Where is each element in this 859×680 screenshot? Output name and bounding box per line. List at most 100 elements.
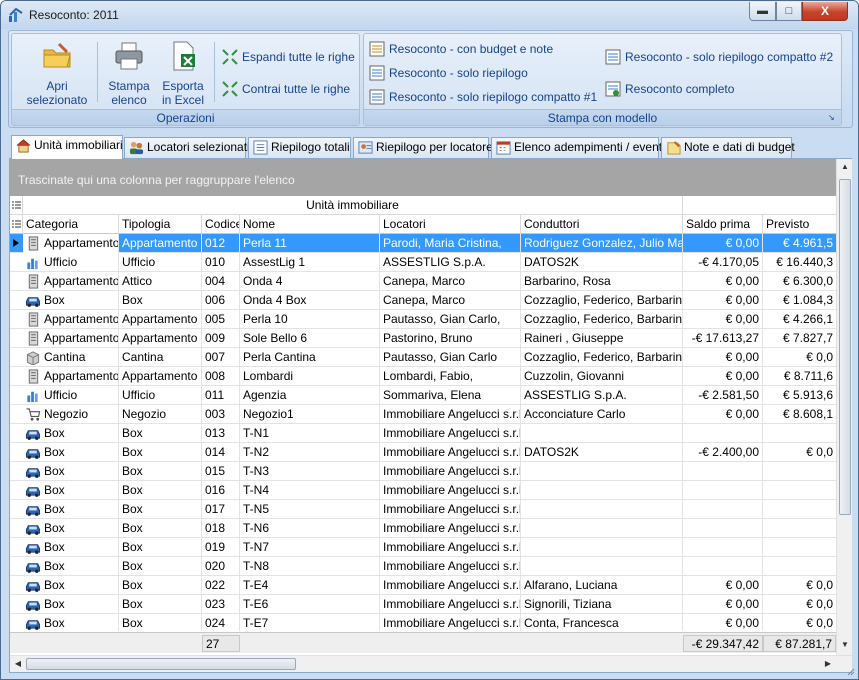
cell-locatori[interactable]: Immobiliare Angelucci s.r.l. <box>380 595 521 614</box>
cell-codice[interactable]: 007 <box>202 348 240 367</box>
cell-tipologia[interactable]: Appartamento <box>119 310 202 329</box>
cell-categoria[interactable]: Box <box>23 462 119 481</box>
cell-conduttori[interactable]: Cozzaglio, Federico, Barbarino, <box>521 348 683 367</box>
cell-saldo-prima[interactable]: -€ 4.170,05 <box>683 253 763 272</box>
horizontal-scroll-thumb[interactable] <box>26 658 296 670</box>
band-unita-immobiliare[interactable]: Unità immobiliare <box>23 196 683 215</box>
row-indicator[interactable] <box>10 272 23 291</box>
contrai-righe-button[interactable]: Contrai tutte le righe <box>222 80 350 98</box>
col-header-tipologia[interactable]: Tipologia <box>119 215 202 234</box>
scroll-left-icon[interactable]: ◀ <box>10 656 26 672</box>
col-header-codice[interactable]: Codice <box>202 215 240 234</box>
cell-codice[interactable]: 005 <box>202 310 240 329</box>
cell-nome[interactable]: Sole Bello 6 <box>240 329 380 348</box>
cell-nome[interactable]: Onda 4 <box>240 272 380 291</box>
resize-grip-icon[interactable] <box>847 668 855 676</box>
cell-codice[interactable]: 019 <box>202 538 240 557</box>
scroll-up-icon[interactable]: ▲ <box>837 159 853 175</box>
resoconto-solo-riepilogo-button[interactable]: Resoconto - solo riepilogo <box>369 64 528 82</box>
cell-conduttori[interactable]: Rodriguez Gonzalez, Julio Mario, <box>521 234 683 253</box>
table-row[interactable]: Appartamento Appartamento 005 Perla 10 Pauta… <box>10 310 836 329</box>
row-indicator[interactable] <box>10 253 23 272</box>
cell-nome[interactable]: T-E4 <box>240 576 380 595</box>
cell-locatori[interactable]: Sommariva, Elena <box>380 386 521 405</box>
cell-locatori[interactable]: Lombardi, Fabio, <box>380 367 521 386</box>
table-row[interactable]: Appartamento Appartamento 012 Perla 11 Parod… <box>10 234 836 253</box>
table-row[interactable]: Appartamento Appartamento 008 Lombardi Lomba… <box>10 367 836 386</box>
tab-elenco-adempimenti[interactable]: Elenco adempimenti / eventi <box>491 137 665 158</box>
resoconto-compatto1-button[interactable]: Resoconto - solo riepilogo compatto #1 <box>369 88 597 106</box>
cell-previsto[interactable] <box>763 538 836 557</box>
cell-tipologia[interactable]: Box <box>119 576 202 595</box>
cell-previsto[interactable]: € 0,0 <box>763 614 836 631</box>
cell-categoria[interactable]: Ufficio <box>23 253 119 272</box>
cell-tipologia[interactable]: Box <box>119 481 202 500</box>
cell-nome[interactable]: T-N2 <box>240 443 380 462</box>
table-row[interactable]: Box Box 014 T-N2 Immobiliare Angelucci s.r.l… <box>10 443 836 462</box>
row-indicator[interactable] <box>10 329 23 348</box>
cell-codice[interactable]: 014 <box>202 443 240 462</box>
cell-previsto[interactable] <box>763 519 836 538</box>
cell-tipologia[interactable]: Appartamento <box>119 234 202 253</box>
cell-nome[interactable]: T-E7 <box>240 614 380 631</box>
cell-categoria[interactable]: Box <box>23 557 119 576</box>
table-row[interactable]: Appartamento Attico 004 Onda 4 Canepa, Marco… <box>10 272 836 291</box>
cell-codice[interactable]: 012 <box>202 234 240 253</box>
cell-categoria[interactable]: Box <box>23 538 119 557</box>
cell-tipologia[interactable]: Box <box>119 538 202 557</box>
cell-saldo-prima[interactable]: € 0,00 <box>683 405 763 424</box>
cell-saldo-prima[interactable]: € 0,00 <box>683 291 763 310</box>
table-row[interactable]: Box Box 013 T-N1 Immobiliare Angelucci s.r.l… <box>10 424 836 443</box>
cell-nome[interactable]: T-N6 <box>240 519 380 538</box>
cell-nome[interactable]: T-N8 <box>240 557 380 576</box>
cell-locatori[interactable]: Immobiliare Angelucci s.r.l. <box>380 481 521 500</box>
cell-tipologia[interactable]: Attico <box>119 272 202 291</box>
table-row[interactable]: Ufficio Ufficio 010 AssestLig 1 ASSESTLIG S.… <box>10 253 836 272</box>
col-header-locatori[interactable]: Locatori <box>380 215 521 234</box>
tab-unita-immobiliari[interactable]: Unità immobiliari <box>11 135 123 159</box>
cell-tipologia[interactable]: Cantina <box>119 348 202 367</box>
tab-note-budget[interactable]: Note e dati di budget <box>661 137 795 158</box>
cell-categoria[interactable]: Appartamento <box>23 272 119 291</box>
scroll-down-icon[interactable]: ▼ <box>837 637 853 653</box>
cell-codice[interactable]: 011 <box>202 386 240 405</box>
row-indicator[interactable] <box>10 424 23 443</box>
band-corner[interactable] <box>10 196 23 215</box>
resoconto-completo-button[interactable]: Resoconto completo <box>605 80 734 98</box>
row-indicator[interactable] <box>10 614 23 631</box>
row-indicator[interactable] <box>10 310 23 329</box>
table-row[interactable]: Box Box 016 T-N4 Immobiliare Angelucci s.r.l… <box>10 481 836 500</box>
row-indicator[interactable] <box>10 348 23 367</box>
cell-locatori[interactable]: Immobiliare Angelucci s.r.l. <box>380 614 521 631</box>
cell-tipologia[interactable]: Box <box>119 595 202 614</box>
cell-categoria[interactable]: Box <box>23 519 119 538</box>
cell-locatori[interactable]: Immobiliare Angelucci s.r.l. <box>380 443 521 462</box>
cell-tipologia[interactable]: Negozio <box>119 405 202 424</box>
resoconto-compatto2-button[interactable]: Resoconto - solo riepilogo compatto #2 <box>605 48 833 66</box>
cell-saldo-prima[interactable] <box>683 538 763 557</box>
col-header-categoria[interactable]: Categoria <box>23 215 119 234</box>
cell-previsto[interactable]: € 8.711,6 <box>763 367 836 386</box>
cell-codice[interactable]: 010 <box>202 253 240 272</box>
vertical-scrollbar[interactable]: ▲ ▼ <box>836 159 852 655</box>
cell-categoria[interactable]: Cantina <box>23 348 119 367</box>
current-row-indicator[interactable] <box>10 234 23 253</box>
cell-nome[interactable]: T-N1 <box>240 424 380 443</box>
cell-locatori[interactable]: Immobiliare Angelucci s.r.l. <box>380 500 521 519</box>
cell-codice[interactable]: 006 <box>202 291 240 310</box>
cell-previsto[interactable]: € 0,0 <box>763 576 836 595</box>
col-header-previsto[interactable]: Previsto <box>763 215 836 234</box>
cell-saldo-prima[interactable]: -€ 2.400,00 <box>683 443 763 462</box>
cell-conduttori[interactable]: Cuzzolin, Giovanni <box>521 367 683 386</box>
cell-tipologia[interactable]: Box <box>119 614 202 631</box>
cell-nome[interactable]: Agenzia <box>240 386 380 405</box>
cell-previsto[interactable] <box>763 557 836 576</box>
cell-codice[interactable]: 024 <box>202 614 240 631</box>
row-indicator[interactable] <box>10 386 23 405</box>
cell-nome[interactable]: Perla 11 <box>240 234 380 253</box>
cell-previsto[interactable]: € 4.961,5 <box>763 234 836 253</box>
cell-nome[interactable]: T-E6 <box>240 595 380 614</box>
vertical-scroll-thumb[interactable] <box>839 179 851 515</box>
cell-previsto[interactable]: € 16.440,3 <box>763 253 836 272</box>
cell-nome[interactable]: T-N4 <box>240 481 380 500</box>
